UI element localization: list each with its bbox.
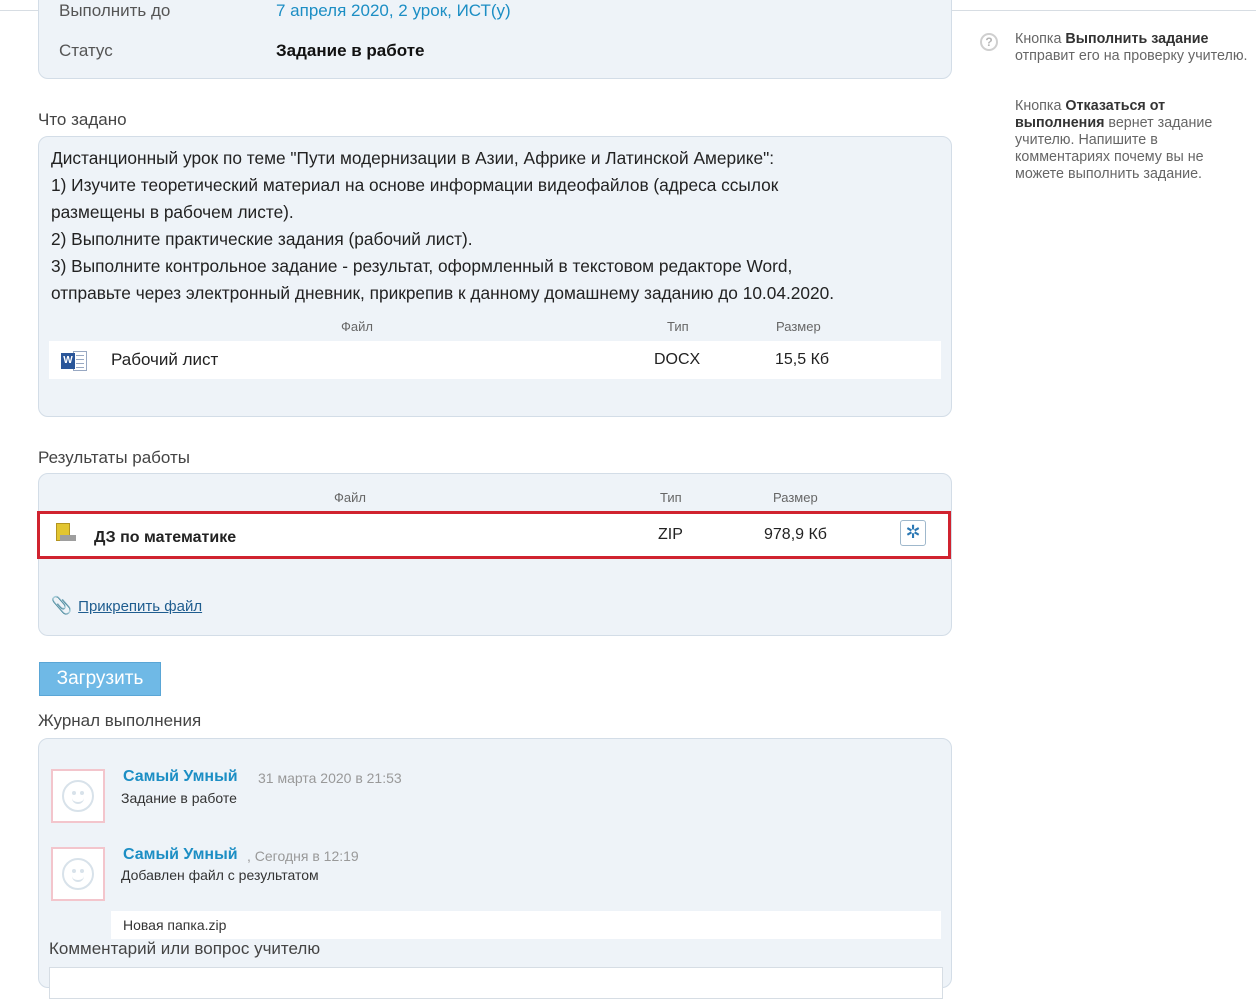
task-line: 3) Выполните контрольное задание - резул… <box>51 256 793 276</box>
status-value: Задание в работе <box>276 41 425 60</box>
journal-section-title: Журнал выполнения <box>38 711 202 730</box>
task-file-type: DOCX <box>654 351 701 368</box>
journal-author[interactable]: Самый Умный <box>123 768 238 786</box>
word-document-icon: W <box>61 351 89 371</box>
paperclip-icon: 📎 <box>51 596 73 615</box>
journal-date: 31 марта 2020 в 21:53 <box>258 770 402 786</box>
task-file-link[interactable]: Рабочий лист <box>111 350 218 370</box>
task-line: 1) Изучите теоретический материал на осн… <box>51 175 779 195</box>
journal-date: , Сегодня в 12:19 <box>247 848 359 864</box>
results-panel: Файл Тип Размер ДЗ по математике ZIP 978… <box>37 473 952 636</box>
results-section-title: Результаты работы <box>38 448 190 467</box>
column-header-file: Файл <box>334 490 366 505</box>
task-line: размещены в рабочем листе). <box>51 202 294 222</box>
status-label: Статус <box>59 41 113 60</box>
task-section-title: Что задано <box>38 110 127 129</box>
column-header-file: Файл <box>341 319 373 334</box>
comment-input[interactable] <box>49 967 943 999</box>
journal-panel: Самый Умный 31 марта 2020 в 21:53 Задани… <box>38 738 952 999</box>
deadline-link[interactable]: 7 апреля 2020, 2 урок, ИСТ(у) <box>276 1 511 21</box>
task-file-size: 15,5 Кб <box>775 351 830 368</box>
smiley-icon <box>62 858 94 890</box>
task-line: 2) Выполните практические задания (рабоч… <box>51 229 473 249</box>
help-text-decline: Кнопка Отказаться от выполнения вернет з… <box>1015 98 1213 182</box>
smiley-icon <box>62 780 94 812</box>
task-file-row: W Рабочий лист DOCX 15,5 Кб <box>49 341 941 379</box>
help-icon: ? <box>980 33 998 51</box>
journal-author[interactable]: Самый Умный <box>123 846 238 864</box>
task-line: отправьте через электронный дневник, при… <box>51 283 835 303</box>
upload-button[interactable]: Загрузить <box>39 662 161 696</box>
result-file-link[interactable]: ДЗ по математике <box>94 529 236 547</box>
deadline-label: Выполнить до <box>59 1 171 20</box>
status-panel: Выполнить до 7 апреля 2020, 2 урок, ИСТ(… <box>38 0 952 79</box>
column-header-size: Размер <box>773 490 818 505</box>
journal-entry-text: Добавлен файл с результатом <box>121 867 319 883</box>
attach-file-link[interactable]: 📎 Прикрепить файл <box>51 596 202 616</box>
column-header-type: Тип <box>660 490 682 505</box>
journal-attached-file-name[interactable]: Новая папка.zip <box>123 917 226 933</box>
delete-file-button[interactable]: ✲ <box>900 520 926 546</box>
avatar <box>51 769 105 823</box>
archive-icon <box>56 523 76 541</box>
result-file-type: ZIP <box>658 526 683 543</box>
column-header-type: Тип <box>667 319 689 334</box>
task-panel: Дистанционный урок по теме "Пути модерни… <box>38 136 952 417</box>
journal-attached-file: Новая папка.zip <box>111 911 941 939</box>
task-line: Дистанционный урок по теме "Пути модерни… <box>51 148 775 168</box>
help-text-submit: Кнопка Выполнить задание отправит его на… <box>1015 31 1248 64</box>
comment-label: Комментарий или вопрос учителю <box>49 939 321 958</box>
journal-entry-text: Задание в работе <box>121 790 237 806</box>
result-file-size: 978,9 Кб <box>764 526 827 543</box>
avatar <box>51 847 105 901</box>
column-header-size: Размер <box>776 319 821 334</box>
result-file-row: ДЗ по математике ZIP 978,9 Кб ✲ <box>37 511 951 559</box>
task-description: Дистанционный урок по теме "Пути модерни… <box>51 145 931 307</box>
